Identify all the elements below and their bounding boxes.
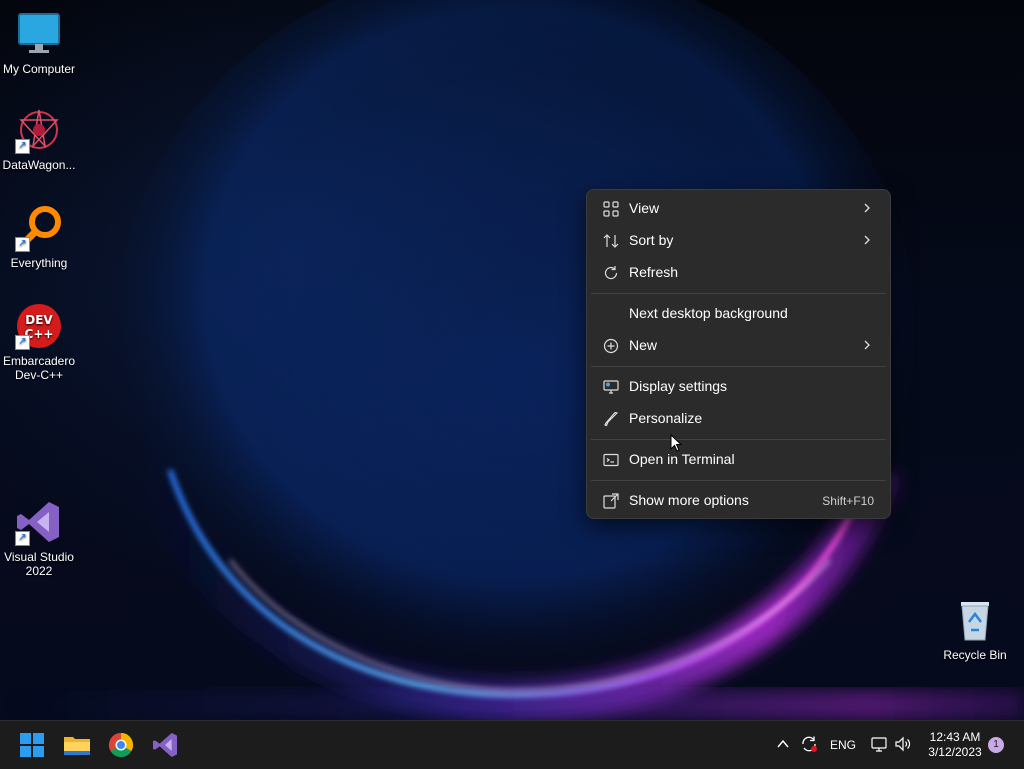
monitor-icon: [15, 10, 63, 58]
file-explorer-button[interactable]: [61, 729, 93, 761]
devcpp-logo-line1: DEV: [25, 313, 53, 327]
terminal-icon: [603, 452, 619, 468]
menu-item-next-desktop-background[interactable]: Next desktop background: [591, 299, 886, 329]
chevron-right-icon: [862, 200, 872, 216]
chevron-right-icon: [862, 337, 872, 353]
taskbar: ENG 12:43 AM 3/12/2023 1: [0, 720, 1024, 769]
notification-badge[interactable]: 1: [988, 737, 1004, 753]
start-button[interactable]: [16, 729, 48, 761]
desktop-icon-everything[interactable]: ↗ Everything: [0, 204, 78, 270]
datawagon-icon: ↗: [15, 106, 63, 154]
clock-date: 3/12/2023: [928, 745, 982, 759]
menu-item-view[interactable]: View: [591, 194, 886, 224]
menu-item-display-settings[interactable]: Display settings: [591, 372, 886, 402]
desktop-icon-label: My Computer: [2, 62, 76, 76]
sync-status-button[interactable]: [800, 735, 818, 756]
keyboard-shortcut: Shift+F10: [822, 494, 874, 508]
sync-icon: [802, 736, 817, 752]
visual-studio-button[interactable]: [149, 729, 181, 761]
chevron-right-icon: [862, 232, 872, 248]
shortcut-arrow-icon: ↗: [15, 335, 30, 350]
desktop-icon-visual-studio[interactable]: ↗ Visual Studio 2022: [0, 498, 78, 578]
devcpp-icon: DEV C++ ↗: [15, 302, 63, 350]
menu-separator: [591, 439, 886, 440]
menu-separator: [591, 293, 886, 294]
desktop-icon-label: Everything: [10, 256, 68, 270]
network-icon: [871, 737, 887, 752]
folder-icon: [64, 737, 90, 755]
desktop-icon-devcpp[interactable]: DEV C++ ↗ Embarcadero Dev-C++: [0, 302, 78, 382]
clock-time: 12:43 AM: [929, 730, 981, 744]
chevron-up-icon: [777, 739, 789, 748]
magnifier-icon: ↗: [15, 204, 63, 252]
menu-item-new[interactable]: New: [591, 331, 886, 361]
desktop-icon-label: Embarcadero Dev-C++: [2, 354, 76, 382]
desktop-icon-my-computer[interactable]: My Computer: [0, 10, 78, 76]
show-hidden-icons-button[interactable]: [776, 737, 790, 754]
menu-item-label: Next desktop background: [629, 305, 788, 321]
desktop-icon-label: Recycle Bin: [943, 648, 1007, 662]
menu-item-open-in-terminal[interactable]: Open in Terminal: [591, 445, 886, 475]
desktop-icon-label: DataWagon...: [2, 158, 76, 172]
mouse-cursor-icon: [670, 433, 684, 454]
visual-studio-icon: ↗: [15, 498, 63, 546]
shortcut-arrow-icon: ↗: [15, 237, 30, 252]
desktop-icon-recycle-bin[interactable]: Recycle Bin: [936, 596, 1014, 662]
chrome-button[interactable]: [105, 729, 137, 761]
plus-circle-icon: [603, 338, 619, 354]
menu-item-personalize[interactable]: Personalize: [591, 404, 886, 434]
menu-item-label: Show more options: [629, 492, 749, 508]
shortcut-arrow-icon: ↗: [15, 531, 30, 546]
grid-icon: [603, 201, 619, 217]
speaker-icon: [895, 736, 911, 752]
sort-icon: [603, 233, 619, 249]
menu-item-refresh[interactable]: Refresh: [591, 258, 886, 288]
menu-item-sort-by[interactable]: Sort by: [591, 226, 886, 256]
windows-logo-icon: [20, 733, 44, 757]
recycle-bin-icon: [951, 596, 999, 644]
visual-studio-icon: [153, 733, 177, 757]
language-indicator[interactable]: ENG: [830, 738, 856, 752]
network-button[interactable]: [870, 735, 888, 756]
more-options-icon: [603, 493, 619, 509]
menu-item-label: Display settings: [629, 378, 728, 394]
refresh-icon: [603, 265, 619, 281]
menu-item-label: View: [629, 200, 660, 216]
menu-item-label: New: [629, 337, 658, 353]
menu-item-label: Personalize: [629, 410, 703, 426]
desktop-icon-label: Visual Studio 2022: [4, 550, 74, 578]
menu-item-label: Refresh: [629, 264, 679, 280]
volume-button[interactable]: [894, 735, 912, 756]
chrome-icon: [108, 733, 134, 758]
menu-item-label: Sort by: [629, 232, 674, 248]
clock[interactable]: 12:43 AM 3/12/2023: [920, 730, 990, 760]
menu-separator: [591, 366, 886, 367]
monitor-settings-icon: [603, 379, 619, 395]
shortcut-arrow-icon: ↗: [15, 139, 30, 154]
desktop-icon-datawagon[interactable]: ↗ DataWagon...: [0, 106, 78, 172]
desktop-context-menu: View Sort by Refresh Next desktop backgr…: [586, 189, 891, 519]
brush-icon: [603, 411, 619, 427]
menu-item-show-more-options[interactable]: Show more options Shift+F10: [591, 486, 886, 516]
menu-separator: [591, 480, 886, 481]
